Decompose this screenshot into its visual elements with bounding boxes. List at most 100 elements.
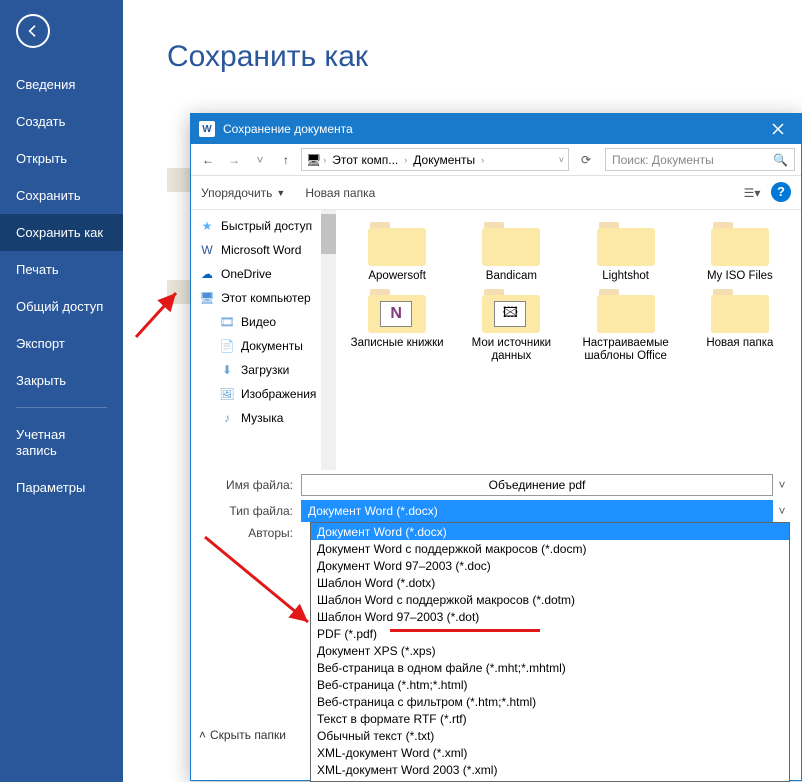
tree-item-label: Музыка	[241, 411, 283, 425]
menu-account[interactable]: Учетная запись	[0, 416, 123, 469]
cloud-icon: ☁	[199, 266, 215, 282]
arrow-left-icon	[25, 23, 41, 39]
backstage-sidebar: СведенияСоздатьОткрытьСохранитьСохранить…	[0, 0, 123, 782]
menu-item[interactable]: Печать	[0, 251, 123, 288]
filename-dropdown-button[interactable]: ˅	[773, 478, 791, 492]
filename-label: Имя файла:	[191, 478, 301, 492]
nav-recent-button[interactable]: ˅	[249, 149, 271, 171]
tree-item[interactable]: ♪ Музыка	[191, 406, 335, 430]
filetype-option[interactable]: Документ в строгом формате Open XML (*.d…	[311, 778, 789, 782]
menu-item[interactable]: Создать	[0, 103, 123, 140]
filetype-row: Тип файла: Документ Word (*.docx) ˅	[191, 500, 791, 522]
filename-row: Имя файла: Объединение pdf ˅	[191, 474, 791, 496]
filetype-option[interactable]: Документ Word (*.docx)	[311, 523, 789, 540]
tree-item[interactable]: 🖼Изображения	[191, 382, 335, 406]
filetype-option[interactable]: PDF (*.pdf)	[311, 625, 789, 642]
menu-item[interactable]: Сохранить	[0, 177, 123, 214]
dialog-body: ★Быстрый доступWMicrosoft Word☁OneDrive🖥…	[191, 210, 801, 470]
filename-input[interactable]: Объединение pdf	[301, 474, 773, 496]
nav-back-button[interactable]: ←	[197, 149, 219, 171]
filetype-option[interactable]: Документ Word 97–2003 (*.doc)	[311, 557, 789, 574]
path-seg-1[interactable]: Документы	[409, 153, 479, 167]
tree-item[interactable]: 🖥Этот компьютер	[191, 286, 335, 310]
star-icon: ★	[199, 218, 215, 234]
filetype-option[interactable]: Веб-страница (*.htm;*.html)	[311, 676, 789, 693]
tree-item-label: Видео	[241, 315, 276, 329]
close-button[interactable]	[763, 114, 793, 144]
folder-label: Apowersoft	[368, 270, 426, 283]
download-icon: ⬇	[219, 362, 235, 378]
hide-folders-button[interactable]: ˄ Скрыть папки	[199, 728, 286, 742]
menu-item[interactable]: Открыть	[0, 140, 123, 177]
tree-item[interactable]: 🎞Видео	[191, 310, 335, 334]
filetype-option[interactable]: Текст в формате RTF (*.rtf)	[311, 710, 789, 727]
folder-item[interactable]: 🖾 Мои источники данных	[458, 287, 564, 363]
view-button[interactable]: ☰▾	[741, 182, 763, 204]
nav-forward-button[interactable]: →	[223, 149, 245, 171]
folder-icon	[597, 287, 655, 333]
filetype-option[interactable]: XML-документ Word 2003 (*.xml)	[311, 761, 789, 778]
filetype-option[interactable]: Веб-страница с фильтром (*.htm;*.html)	[311, 693, 789, 710]
folder-icon: 🖾	[482, 287, 540, 333]
filetype-option[interactable]: Шаблон Word 97–2003 (*.dot)	[311, 608, 789, 625]
filetype-option[interactable]: XML-документ Word (*.xml)	[311, 744, 789, 761]
search-input[interactable]: Поиск: Документы 🔍	[605, 148, 795, 171]
folder-item[interactable]: Настраиваемые шаблоны Office	[573, 287, 679, 363]
tree-item-label: Быстрый доступ	[221, 219, 312, 233]
folder-label: Bandicam	[486, 270, 537, 283]
tree-item[interactable]: 📄Документы	[191, 334, 335, 358]
chevron-up-icon: ˄	[199, 728, 206, 742]
filetype-option[interactable]: Шаблон Word с поддержкой макросов (*.dot…	[311, 591, 789, 608]
menu-item[interactable]: Сохранить как	[0, 214, 123, 251]
menu-item[interactable]: Закрыть	[0, 362, 123, 399]
folder-label: Lightshot	[602, 270, 649, 283]
tree-item[interactable]: ⬇ Загрузки	[191, 358, 335, 382]
menu-separator	[16, 407, 107, 408]
tree-scrollbar[interactable]	[321, 210, 336, 470]
filetype-dropdown-button[interactable]: ˅	[773, 504, 791, 518]
organize-button[interactable]: Упорядочить▼	[201, 186, 285, 200]
filetype-label: Тип файла:	[191, 504, 301, 518]
filetype-option[interactable]: Документ Word с поддержкой макросов (*.d…	[311, 540, 789, 557]
menu-options[interactable]: Параметры	[0, 469, 123, 507]
back-button[interactable]	[16, 14, 50, 48]
location-icon	[167, 280, 191, 304]
folder-icon	[368, 220, 426, 266]
tree-item[interactable]: WMicrosoft Word	[191, 238, 335, 262]
refresh-button[interactable]: ⟳	[575, 149, 597, 171]
filetype-option[interactable]: Обычный текст (*.txt)	[311, 727, 789, 744]
dialog-toolbar: Упорядочить▼ Новая папка ☰▾ ?	[191, 176, 801, 210]
tree-item-label: Загрузки	[241, 363, 289, 377]
folder-item[interactable]: Lightshot	[573, 220, 679, 283]
tree-item[interactable]: ★ Быстрый доступ	[191, 214, 335, 238]
music-icon: ♪	[219, 410, 235, 426]
monitor-icon: 🖥	[199, 290, 215, 306]
filetype-option[interactable]: Веб-страница в одном файле (*.mht;*.mhtm…	[311, 659, 789, 676]
folder-item[interactable]: NЗаписные книжки	[344, 287, 450, 363]
path-seg-0[interactable]: Этот комп...	[328, 153, 402, 167]
menu-item[interactable]: Сведения	[0, 66, 123, 103]
nav-up-button[interactable]: ↑	[275, 149, 297, 171]
help-button[interactable]: ?	[771, 182, 791, 202]
folder-item[interactable]: My ISO Files	[687, 220, 793, 283]
folder-item[interactable]: Bandicam	[458, 220, 564, 283]
filetype-select[interactable]: Документ Word (*.docx)	[301, 500, 773, 522]
folder-label: Мои источники данных	[461, 337, 561, 363]
menu-item[interactable]: Общий доступ	[0, 288, 123, 325]
new-folder-button[interactable]: Новая папка	[305, 186, 375, 200]
folder-grid: Apowersoft Bandicam Lightshot My ISO Files N…	[336, 210, 801, 470]
filetype-option[interactable]: Шаблон Word (*.dotx)	[311, 574, 789, 591]
doc-icon: 📄	[219, 338, 235, 354]
tree-item[interactable]: ☁OneDrive	[191, 262, 335, 286]
filetype-dropdown-list: Документ Word (*.docx)Документ Word с по…	[310, 522, 790, 782]
folder-item[interactable]: Новая папка	[687, 287, 793, 363]
breadcrumb[interactable]: 🖥 › Этот комп... › Документы › ˅	[301, 148, 569, 171]
filetype-option[interactable]: Документ XPS (*.xps)	[311, 642, 789, 659]
folder-label: My ISO Files	[707, 270, 773, 283]
menu-item[interactable]: Экспорт	[0, 325, 123, 362]
pc-icon: 🖥	[306, 153, 321, 167]
tree-item-label: Microsoft Word	[221, 243, 301, 257]
folder-label: Записные книжки	[351, 337, 444, 350]
folder-item[interactable]: Apowersoft	[344, 220, 450, 283]
search-placeholder: Поиск: Документы	[612, 153, 714, 167]
